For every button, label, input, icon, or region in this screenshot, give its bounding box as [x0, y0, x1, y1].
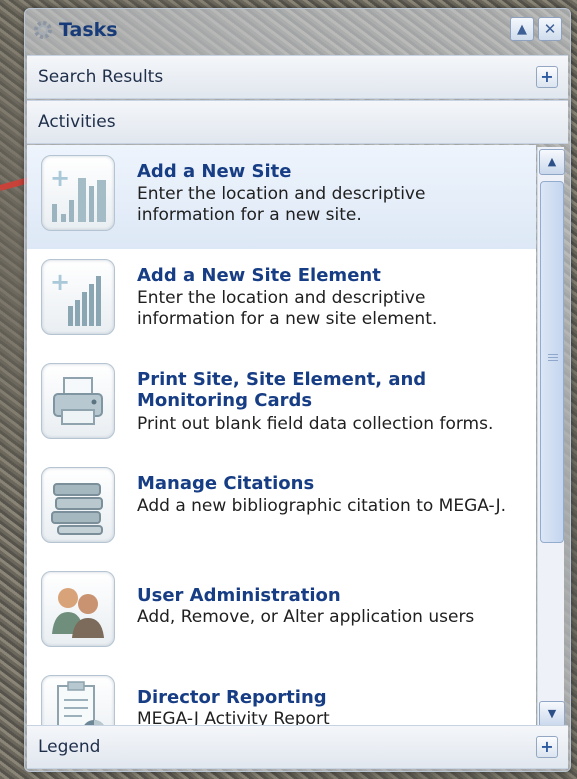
report-icon: [41, 675, 115, 731]
vertical-scrollbar[interactable]: ▲ ▼: [537, 147, 565, 729]
activity-director-reporting[interactable]: Director Reporting MEGA-J Activity Repor…: [27, 665, 536, 731]
activity-description: Enter the location and descriptive infor…: [137, 184, 426, 225]
activity-description: Add a new bibliographic citation to MEGA…: [137, 496, 506, 516]
close-button[interactable]: ✕: [538, 17, 562, 41]
add-site-element-icon: +: [41, 259, 115, 335]
activity-add-site[interactable]: + Add a New Site Enter the location and …: [27, 145, 536, 249]
activity-description: Enter the location and descriptive infor…: [137, 288, 438, 329]
collapse-button[interactable]: ▲: [510, 17, 534, 41]
books-icon: [41, 467, 115, 543]
section-label: Activities: [38, 112, 116, 132]
close-icon: ✕: [543, 20, 557, 38]
section-label: Search Results: [38, 67, 164, 87]
activity-add-site-element[interactable]: + Add a New Site Element Enter the locat…: [27, 249, 536, 353]
scroll-thumb[interactable]: [540, 181, 564, 543]
svg-text:+: +: [50, 268, 70, 296]
panel-title: Tasks: [59, 19, 118, 41]
svg-text:+: +: [50, 164, 70, 192]
title-bar: Tasks ▲ ✕: [25, 9, 570, 49]
expand-button[interactable]: +: [536, 66, 558, 88]
activity-title[interactable]: Add a New Site Element: [137, 265, 527, 286]
activity-description: Add, Remove, or Alter application users: [137, 607, 475, 627]
activity-manage-citations[interactable]: Manage Citations Add a new bibliographic…: [27, 457, 536, 561]
activity-print-cards[interactable]: Print Site, Site Element, and Monitoring…: [27, 353, 536, 457]
grip-icon: [548, 354, 558, 362]
add-site-icon: +: [41, 155, 115, 231]
chevron-up-icon: ▲: [547, 155, 557, 168]
section-legend[interactable]: Legend +: [27, 725, 568, 769]
expand-button[interactable]: +: [536, 736, 558, 758]
activity-description: Print out blank field data collection fo…: [137, 414, 494, 434]
chevron-up-icon: ▲: [517, 21, 527, 37]
activity-title[interactable]: Manage Citations: [137, 473, 527, 494]
activity-title[interactable]: Print Site, Site Element, and Monitoring…: [137, 369, 527, 411]
section-search-results[interactable]: Search Results +: [27, 55, 568, 99]
activity-title[interactable]: Director Reporting: [137, 687, 527, 708]
gear-icon: [34, 21, 52, 39]
activity-title[interactable]: User Administration: [137, 585, 527, 606]
activity-user-administration[interactable]: User Administration Add, Remove, or Alte…: [27, 561, 536, 665]
printer-icon: [41, 363, 115, 439]
scroll-up-button[interactable]: ▲: [539, 149, 565, 175]
tasks-panel: Tasks ▲ ✕ Search Results + Activities +: [24, 8, 571, 772]
section-activities[interactable]: Activities: [27, 100, 568, 144]
users-icon: [41, 571, 115, 647]
scroll-down-button[interactable]: ▼: [539, 701, 565, 727]
activity-title[interactable]: Add a New Site: [137, 161, 527, 182]
section-label: Legend: [38, 737, 101, 757]
chevron-down-icon: ▼: [547, 707, 557, 720]
activities-list: + Add a New Site Enter the location and …: [27, 145, 536, 731]
